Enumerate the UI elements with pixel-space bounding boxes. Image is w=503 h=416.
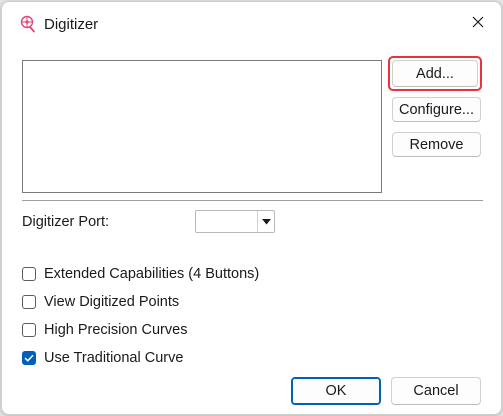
ok-button[interactable]: OK [291, 377, 381, 405]
high-precision-curves-option[interactable]: High Precision Curves [22, 321, 187, 339]
add-button[interactable]: Add... [392, 60, 478, 87]
high-precision-curves-label: High Precision Curves [44, 322, 188, 338]
use-traditional-curve-checkbox[interactable] [22, 351, 36, 365]
close-button[interactable] [463, 10, 493, 38]
separator [22, 200, 483, 201]
chevron-down-icon[interactable] [257, 211, 274, 232]
digitizer-port-label: Digitizer Port: [22, 214, 110, 230]
extended-capabilities-option[interactable]: Extended Capabilities (4 Buttons) [22, 265, 259, 283]
digitizer-dialog: Digitizer Add... Configure... Remove Dig… [1, 1, 502, 415]
extended-capabilities-checkbox[interactable] [22, 267, 36, 281]
view-digitized-points-checkbox[interactable] [22, 295, 36, 309]
use-traditional-curve-label: Use Traditional Curve [44, 350, 184, 366]
close-icon [472, 15, 484, 33]
use-traditional-curve-option[interactable]: Use Traditional Curve [22, 349, 183, 367]
digitizer-app-icon [19, 15, 37, 33]
digitizer-list[interactable] [22, 60, 382, 193]
view-digitized-points-option[interactable]: View Digitized Points [22, 293, 179, 311]
digitizer-port-select[interactable] [195, 210, 275, 233]
remove-button[interactable]: Remove [392, 132, 481, 157]
window-title: Digitizer [44, 16, 99, 33]
configure-button[interactable]: Configure... [392, 97, 481, 122]
title-bar: Digitizer [2, 2, 501, 46]
view-digitized-points-label: View Digitized Points [44, 294, 180, 310]
extended-capabilities-label: Extended Capabilities (4 Buttons) [44, 266, 260, 282]
checkmark-icon [24, 354, 34, 362]
cancel-button[interactable]: Cancel [391, 377, 481, 405]
high-precision-curves-checkbox[interactable] [22, 323, 36, 337]
